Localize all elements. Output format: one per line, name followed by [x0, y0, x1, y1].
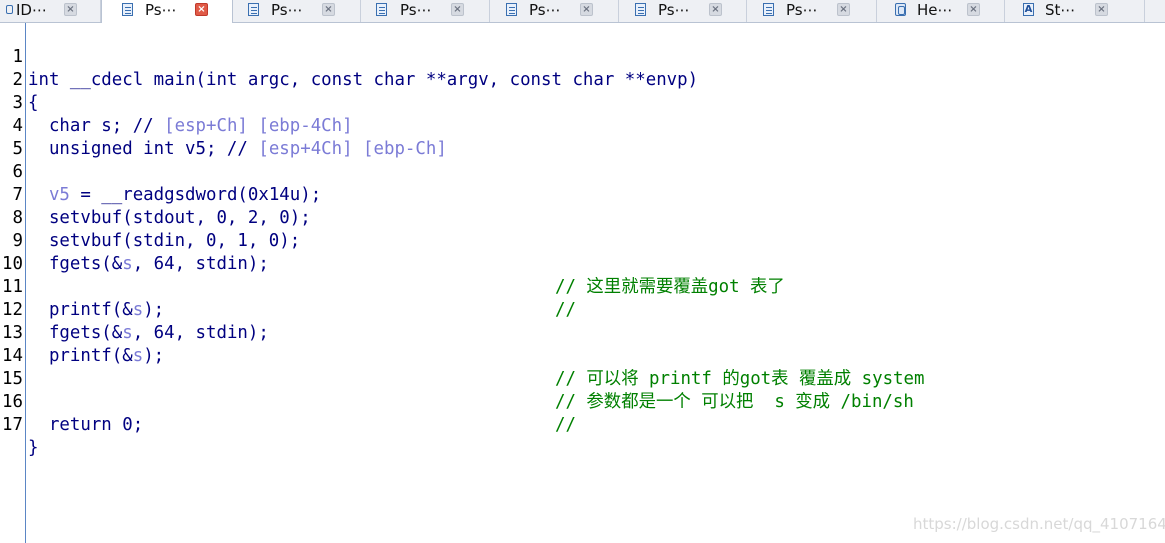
tab-label: ID⋯	[16, 1, 47, 19]
code-text[interactable]: return 0;	[28, 414, 143, 437]
tab-pseudocode[interactable]: Ps⋯ ×	[361, 0, 490, 22]
code-line[interactable]: 10 //	[0, 230, 1165, 320]
close-icon[interactable]: ×	[837, 3, 850, 16]
tab-label: Ps⋯	[271, 1, 303, 19]
pseudocode-icon	[376, 3, 387, 16]
tab-label: Ps⋯	[145, 1, 177, 19]
code-line[interactable]: 3 char s; // [esp+Ch] [ebp-4Ch]	[0, 69, 1165, 136]
close-icon[interactable]: ×	[967, 3, 980, 16]
code-line[interactable]: 2 {	[0, 46, 1165, 113]
watermark: https://blog.csdn.net/qq_41071646	[913, 515, 1165, 533]
tab-label: Ps⋯	[658, 1, 690, 19]
pseudocode-icon	[122, 3, 133, 16]
code-text[interactable]: }	[28, 437, 38, 460]
tab-ida-view[interactable]: ID⋯ ×	[0, 0, 101, 22]
tab-pseudocode[interactable]: Ps⋯ ×	[747, 0, 877, 22]
tab-label: St⋯	[1045, 1, 1076, 19]
line-number: 17	[2, 415, 23, 435]
strings-icon: A	[1023, 3, 1034, 16]
pseudocode-icon	[635, 3, 646, 16]
tab-bar: ID⋯ × Ps⋯ × Ps⋯ × Ps⋯ × Ps⋯ × Ps⋯ × Ps⋯ …	[0, 0, 1165, 23]
pseudocode-icon	[248, 3, 259, 16]
pseudocode-icon	[763, 3, 774, 16]
code-line[interactable]: 7 setvbuf(stdout, 0, 2, 0);	[0, 161, 1165, 228]
tab-label: Ps⋯	[400, 1, 432, 19]
code-line[interactable]: 1 int __cdecl main(int argc, const char …	[0, 23, 1165, 90]
close-icon[interactable]: ×	[1095, 3, 1108, 16]
close-icon[interactable]: ×	[322, 3, 335, 16]
tab-strings[interactable]: A St⋯ ×	[1005, 0, 1145, 22]
tab-label: Ps⋯	[529, 1, 561, 19]
code-line[interactable]: 6 v5 = __readgsdword(0x14u);	[0, 138, 1165, 205]
code-line[interactable]: 16 return 0;	[0, 368, 1165, 435]
code-line[interactable]: 9 fgets(&s, 64, stdin); // 这里就需要覆盖got 表了	[0, 207, 1165, 297]
tab-label: Ps⋯	[786, 1, 818, 19]
hex-view-icon	[895, 3, 906, 16]
code-line[interactable]: 13 printf(&s); // 可以将 printf 的got表 覆盖成 s…	[0, 299, 1165, 389]
close-icon[interactable]: ×	[64, 3, 77, 16]
tab-pseudocode[interactable]: Ps⋯ ×	[490, 0, 619, 22]
code-line[interactable]: 17 }	[0, 391, 1165, 458]
code-line[interactable]: 11 printf(&s);	[0, 253, 1165, 320]
tab-pseudocode[interactable]: Ps⋯ ×	[233, 0, 361, 22]
close-icon[interactable]: ×	[195, 3, 208, 16]
pseudocode-icon	[506, 3, 517, 16]
tab-hex-view[interactable]: He⋯ ×	[877, 0, 1005, 22]
tab-pseudocode-active[interactable]: Ps⋯ ×	[101, 0, 233, 23]
code-line[interactable]: 8 setvbuf(stdin, 0, 1, 0);	[0, 184, 1165, 251]
pseudocode-view[interactable]: 1 int __cdecl main(int argc, const char …	[0, 23, 1165, 458]
tab-label: He⋯	[917, 1, 953, 19]
code-comment: //	[555, 415, 576, 435]
code-line[interactable]: 4 unsigned int v5; // [esp+4Ch] [ebp-Ch]	[0, 92, 1165, 159]
code-line[interactable]: 15 //	[0, 345, 1165, 435]
close-icon[interactable]: ×	[451, 3, 464, 16]
close-icon[interactable]: ×	[580, 3, 593, 16]
code-line[interactable]: 5	[0, 115, 1165, 159]
code-line[interactable]: 14 // 参数都是一个 可以把 s 变成 /bin/sh	[0, 322, 1165, 412]
code-line[interactable]: 12 fgets(&s, 64, stdin);	[0, 276, 1165, 343]
tab-pseudocode[interactable]: Ps⋯ ×	[619, 0, 747, 22]
close-icon[interactable]: ×	[709, 3, 722, 16]
